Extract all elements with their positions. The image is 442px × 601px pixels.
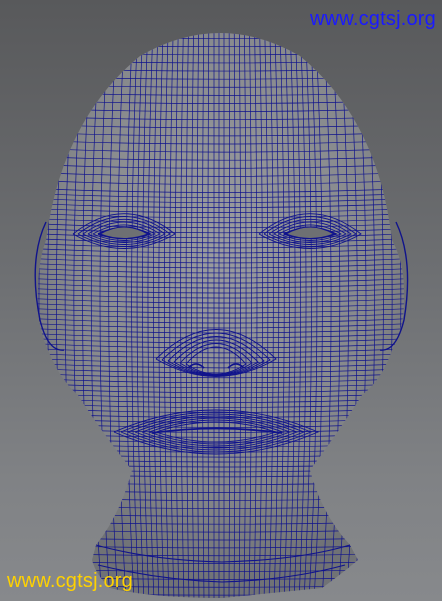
3d-viewport[interactable]: www.cgtsj.org www.cgtsj.org bbox=[0, 0, 442, 601]
watermark-top: www.cgtsj.org bbox=[310, 8, 436, 30]
watermark-bottom: www.cgtsj.org bbox=[7, 570, 133, 592]
head-wireframe-mesh[interactable] bbox=[0, 0, 442, 601]
mesh-edge-ring bbox=[410, 0, 427, 601]
mesh-edge-ring bbox=[401, 33, 405, 598]
mesh-geometry bbox=[13, 0, 427, 601]
mesh-edge-ring bbox=[13, 0, 30, 601]
mesh-edge-ring bbox=[37, 33, 39, 598]
